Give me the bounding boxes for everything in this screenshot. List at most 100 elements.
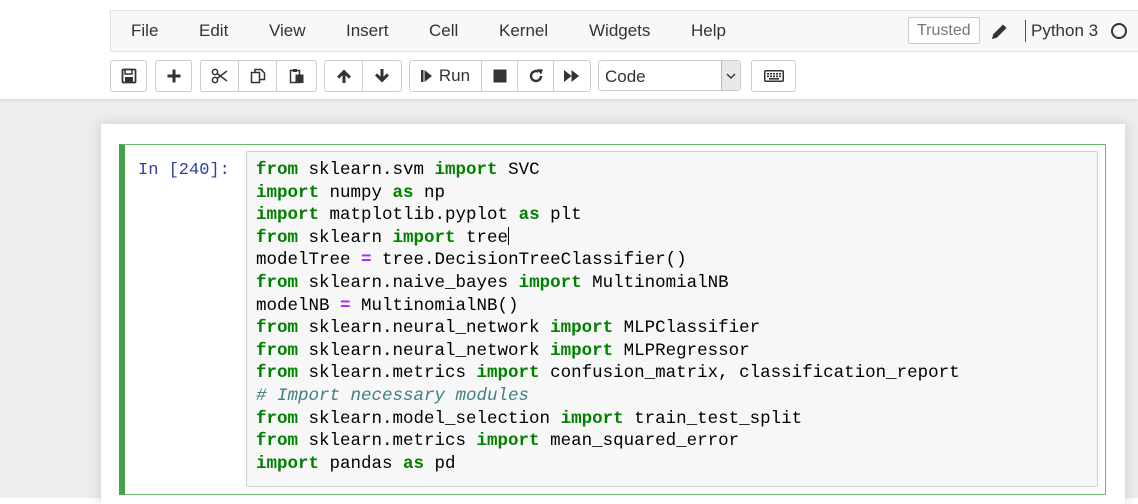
code-line[interactable]: from sklearn import tree xyxy=(256,226,960,250)
code-text: sklearn.model_selection xyxy=(298,408,561,429)
code-text: pandas xyxy=(319,453,404,474)
code-line[interactable]: modelTree = tree.DecisionTreeClassifier(… xyxy=(256,249,960,272)
code-text: numpy xyxy=(319,182,393,203)
code-text: modelNB xyxy=(256,295,341,316)
code-text: modelTree xyxy=(256,250,362,271)
code-keyword: import xyxy=(550,340,614,361)
code-text: sklearn xyxy=(298,227,393,248)
fast-forward-icon xyxy=(563,69,581,83)
code-cell-selected[interactable]: In [240]: from sklearn.svm import SVC imp… xyxy=(119,144,1106,495)
code-keyword: as xyxy=(392,182,414,203)
code-text: sklearn.metrics xyxy=(298,363,477,384)
code-keyword: from xyxy=(256,318,299,339)
code-line[interactable]: from sklearn.svm import SVC xyxy=(256,159,960,182)
cell-type-select[interactable]: Code xyxy=(598,60,741,91)
code-line[interactable]: from sklearn.metrics import confusion_ma… xyxy=(256,362,960,385)
menu-edit[interactable]: Edit xyxy=(199,11,228,51)
insert-cell-below-button[interactable] xyxy=(155,60,192,92)
code-editor[interactable]: from sklearn.svm import SVC import numpy … xyxy=(246,151,1098,487)
code-text: sklearn.neural_network xyxy=(298,340,551,361)
code-text: MLPRegressor xyxy=(613,340,750,361)
code-text: np xyxy=(413,182,446,203)
run-button-label: Run xyxy=(438,66,471,85)
command-palette-button[interactable] xyxy=(751,60,796,92)
save-button[interactable] xyxy=(110,60,147,92)
scissors-icon xyxy=(211,68,229,84)
code-text: SVC xyxy=(497,160,540,180)
code-operator: = xyxy=(340,295,351,316)
move-cell-down-button[interactable] xyxy=(362,60,402,92)
code-line[interactable]: import matplotlib.pyplot as plt xyxy=(256,204,960,227)
interrupt-kernel-button[interactable] xyxy=(481,60,518,92)
text-cursor xyxy=(508,226,510,245)
code-text: confusion_matrix, classification_report xyxy=(539,363,960,384)
cut-button[interactable] xyxy=(200,60,239,92)
plus-icon xyxy=(166,68,182,84)
pencil-icon[interactable] xyxy=(989,20,1009,42)
menu-file[interactable]: File xyxy=(131,11,158,51)
kernel-divider xyxy=(1025,20,1026,42)
menu-help[interactable]: Help xyxy=(691,11,726,51)
code-keyword: from xyxy=(256,408,299,429)
menu-insert[interactable]: Insert xyxy=(346,11,389,51)
menu-view[interactable]: View xyxy=(269,11,306,51)
code-line[interactable]: import pandas as pd xyxy=(256,453,960,476)
menu-widgets[interactable]: Widgets xyxy=(589,11,650,51)
code-operator: = xyxy=(361,250,372,271)
code-keyword: import xyxy=(392,227,456,248)
notebook-site: In [240]: from sklearn.svm import SVC imp… xyxy=(0,99,1138,504)
code-text: train_test_split xyxy=(623,408,803,429)
code-text: pd xyxy=(424,453,456,474)
code-line[interactable]: # Import necessary modules xyxy=(256,385,960,408)
code-keyword: import xyxy=(476,363,540,384)
menu-bar: File Edit View Insert Cell Kernel Widget… xyxy=(110,10,1138,52)
input-prompt: In [240]: xyxy=(138,161,230,180)
code-text: MultinomialNB() xyxy=(350,295,519,316)
notebook-container: In [240]: from sklearn.svm import SVC imp… xyxy=(101,124,1125,504)
save-icon xyxy=(121,68,137,84)
code-line[interactable]: from sklearn.naive_bayes import Multinom… xyxy=(256,272,960,295)
code-keyword: import xyxy=(550,318,614,339)
copy-icon xyxy=(250,68,266,84)
menu-cell[interactable]: Cell xyxy=(429,11,458,51)
code-keyword: from xyxy=(256,160,299,180)
code-keyword: import xyxy=(560,408,624,429)
arrow-down-icon xyxy=(374,68,390,84)
code-keyword: as xyxy=(403,453,425,474)
code-line[interactable]: import numpy as np xyxy=(256,182,960,205)
code-line[interactable]: from sklearn.neural_network import MLPRe… xyxy=(256,340,960,363)
code-line[interactable]: from sklearn.model_selection import trai… xyxy=(256,408,960,431)
code-keyword: from xyxy=(256,272,299,293)
code-text: sklearn.naive_bayes xyxy=(298,272,519,293)
copy-button[interactable] xyxy=(238,60,277,92)
code-keyword: import xyxy=(434,160,498,180)
keyboard-icon xyxy=(763,70,784,82)
move-cell-up-button[interactable] xyxy=(324,60,363,92)
code-content[interactable]: from sklearn.svm import SVC import numpy … xyxy=(256,159,960,475)
restart-run-all-button[interactable] xyxy=(553,60,591,92)
arrow-up-icon xyxy=(336,68,352,84)
code-keyword: import xyxy=(518,272,582,293)
menu-kernel[interactable]: Kernel xyxy=(499,11,548,51)
code-text: plt xyxy=(539,205,582,226)
run-button[interactable]: Run xyxy=(409,60,482,92)
kernel-idle-icon xyxy=(1111,23,1127,39)
kernel-name[interactable]: Python 3 xyxy=(1031,11,1098,51)
code-text: MLPClassifier xyxy=(613,318,761,339)
paste-icon xyxy=(289,68,305,84)
code-text: sklearn.metrics xyxy=(298,431,477,452)
code-line[interactable]: modelNB = MultinomialNB() xyxy=(256,295,960,318)
restart-icon xyxy=(528,68,544,84)
step-forward-icon xyxy=(420,69,433,83)
code-keyword: import xyxy=(476,431,540,452)
trusted-indicator[interactable]: Trusted xyxy=(908,17,980,44)
restart-kernel-button[interactable] xyxy=(517,60,554,92)
code-line[interactable]: from sklearn.metrics import mean_squared… xyxy=(256,430,960,453)
code-keyword: from xyxy=(256,340,299,361)
stop-icon xyxy=(493,69,507,83)
code-keyword: import xyxy=(256,205,320,226)
code-line[interactable]: from sklearn.neural_network import MLPCl… xyxy=(256,317,960,340)
code-text: tree xyxy=(455,227,509,248)
paste-button[interactable] xyxy=(276,60,317,92)
code-keyword: import xyxy=(256,182,320,203)
